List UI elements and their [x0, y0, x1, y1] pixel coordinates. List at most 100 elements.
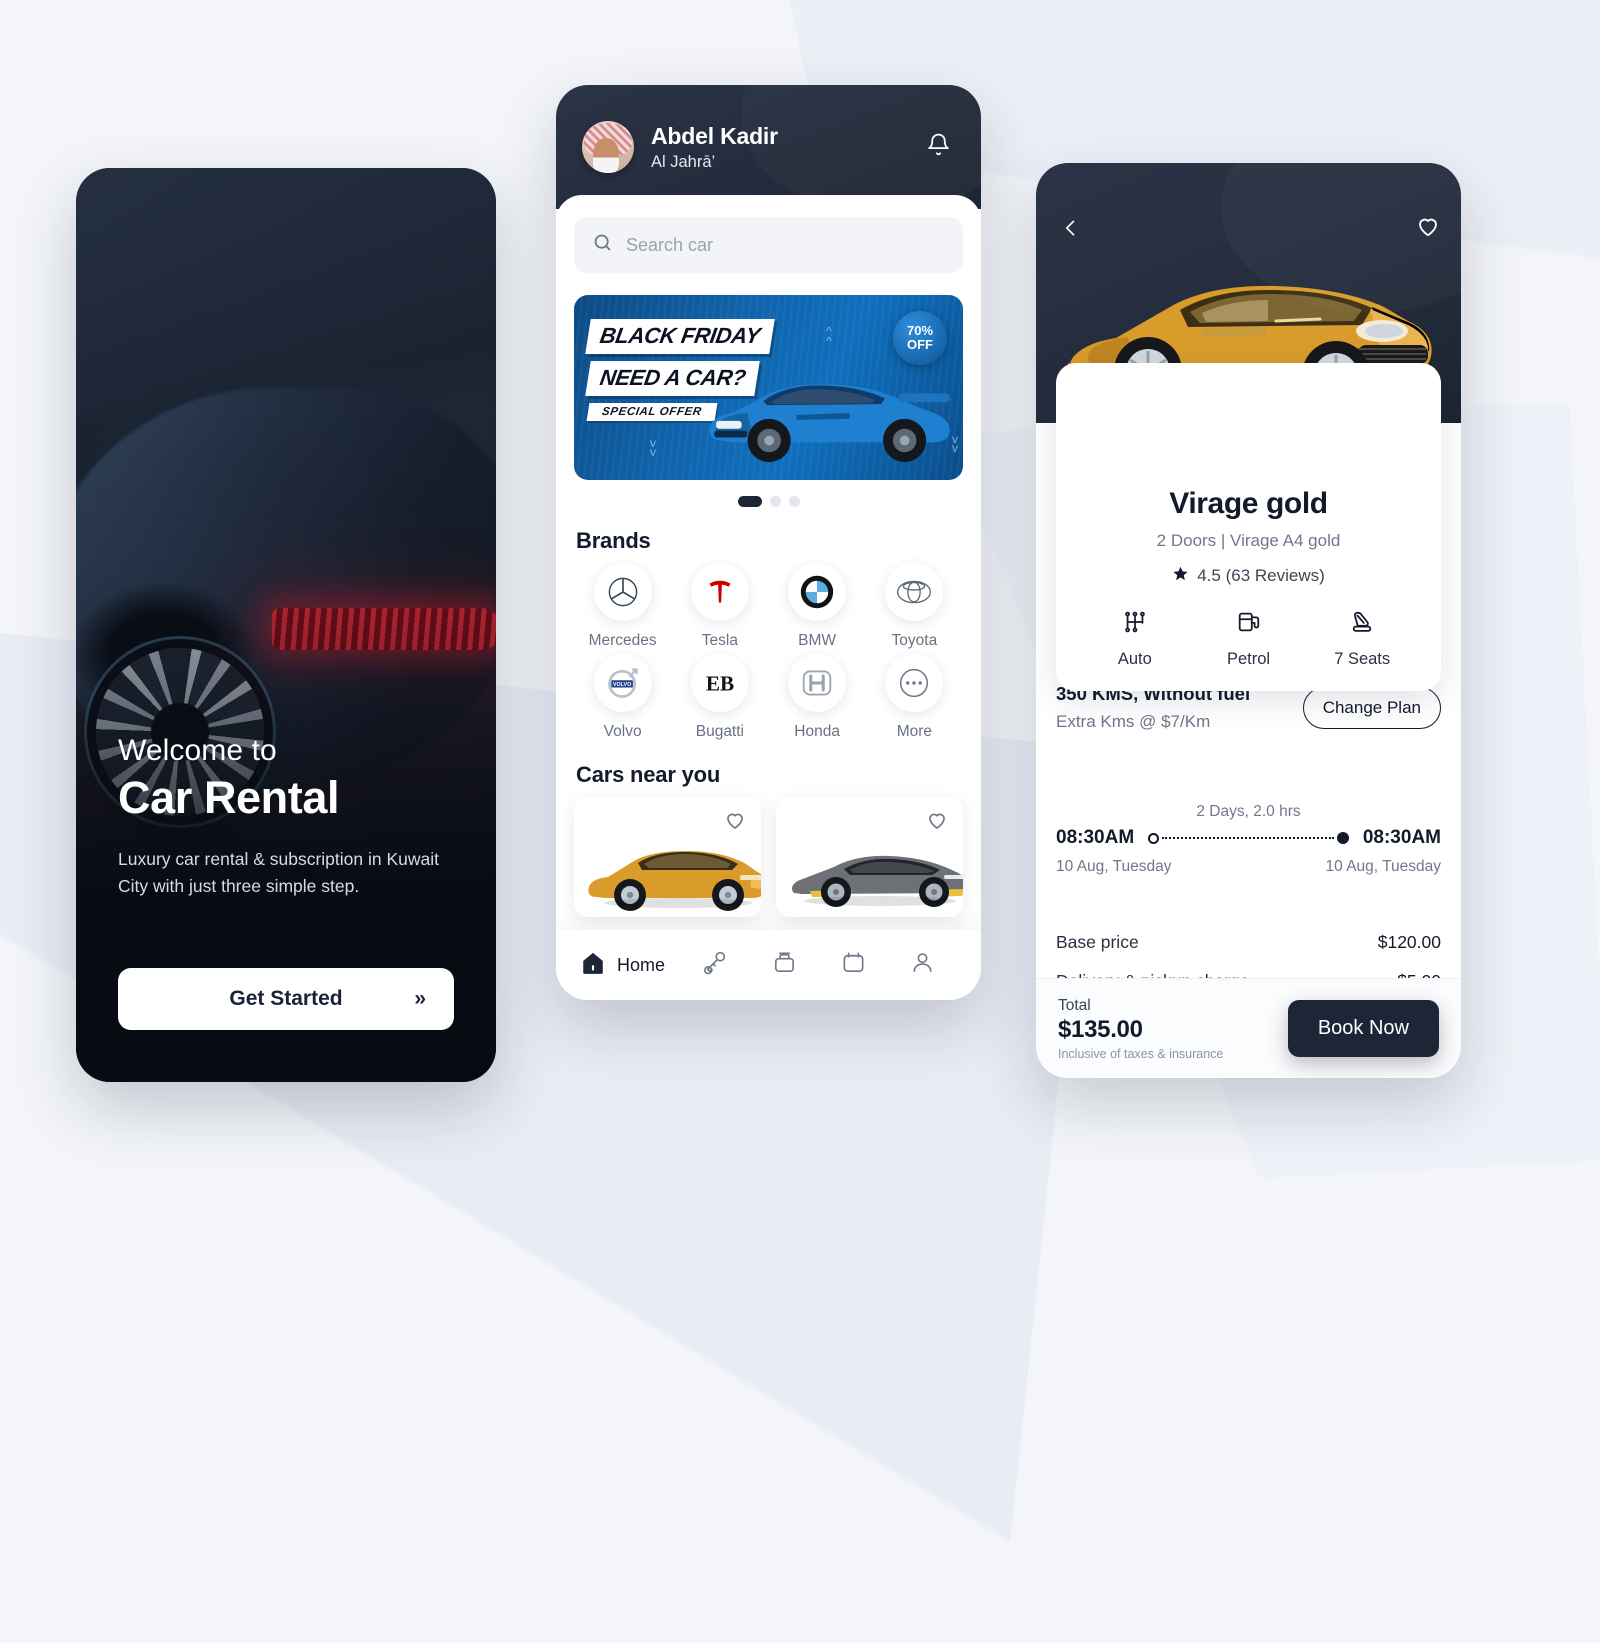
- nav-item-profile[interactable]: [888, 949, 957, 981]
- rating-row: 4.5 (63 Reviews): [1078, 565, 1419, 587]
- car-seat-icon: [1349, 609, 1375, 640]
- brand-label: Mercedes: [588, 632, 657, 649]
- total-bar: Total $135.00 Inclusive of taxes & insur…: [1036, 978, 1461, 1078]
- double-chevron-right-icon: »: [414, 987, 426, 1010]
- user-info: Abdel Kadir Al Jahrā’: [651, 123, 921, 172]
- brand-label: Tesla: [701, 632, 738, 649]
- brand-label: Toyota: [891, 632, 938, 649]
- brand-more[interactable]: More: [866, 654, 963, 741]
- star-icon: [1172, 565, 1189, 587]
- brand-label: Bugatti: [695, 723, 744, 740]
- carousel-dots[interactable]: [574, 496, 963, 507]
- cars-near-you-list: [574, 797, 963, 917]
- car-card-grey[interactable]: [776, 797, 963, 917]
- brand-volvo[interactable]: VOLVO Volvo: [574, 654, 671, 741]
- carousel-dot-3[interactable]: [788, 496, 800, 507]
- toyota-logo-icon: [885, 563, 944, 621]
- carousel-dot-2[interactable]: [769, 496, 781, 507]
- back-button[interactable]: [1054, 213, 1088, 247]
- chevron-left-icon: [1061, 218, 1081, 243]
- brand-label: BMW: [798, 632, 837, 649]
- price-value: $120.00: [1377, 932, 1441, 952]
- brand-toyota[interactable]: Toyota: [866, 563, 963, 650]
- bugatti-logo-icon: EB: [690, 654, 749, 712]
- onboarding-screen: Welcome to Car Rental Luxury car rental …: [76, 168, 496, 1082]
- brand-tesla[interactable]: Tesla: [671, 563, 768, 650]
- notification-button[interactable]: [921, 130, 955, 164]
- avatar[interactable]: [582, 121, 634, 173]
- car-info-card: Virage gold 2 Doors | Virage A4 gold 4.5…: [1056, 363, 1441, 691]
- change-plan-button[interactable]: Change Plan: [1302, 686, 1441, 729]
- home-body: Search car BLACK FRIDAY NEED A CAR? SPEC…: [556, 195, 981, 1000]
- get-started-button[interactable]: Get Started »: [118, 968, 454, 1030]
- brand-label: Volvo: [603, 723, 642, 740]
- rating-value: 4.5 (63 Reviews): [1197, 566, 1325, 585]
- chevron-down-decor-icon: vv: [650, 435, 656, 460]
- chevron-up-decor-icon: ^ ^: [826, 324, 832, 348]
- svg-text:EB: EB: [706, 672, 734, 696]
- home-screen: Abdel Kadir Al Jahrā’ Search car BLACK F…: [556, 85, 981, 1000]
- search-input[interactable]: Search car: [574, 217, 963, 273]
- trip-start-node: [1148, 832, 1160, 844]
- nav-item-key[interactable]: [680, 949, 749, 981]
- brands-section-title: Brands: [576, 528, 651, 553]
- trip-schedule: 2 Days, 2.0 hrs 08:30AM 08:30AM 10 Aug, …: [1056, 803, 1441, 876]
- grey-car-thumbnail: [792, 855, 963, 907]
- trip-end-node: [1336, 832, 1349, 844]
- nav-item-calendar[interactable]: [819, 949, 888, 981]
- cars-section-title: Cars near you: [576, 762, 721, 787]
- discount-badge: 70% OFF: [893, 311, 947, 365]
- bmw-logo-icon: [788, 563, 847, 621]
- discount-percent: 70%: [906, 322, 934, 338]
- tesla-logo-icon: [690, 563, 749, 621]
- hero-gradient-overlay: [76, 168, 496, 1082]
- get-started-label: Get Started: [229, 987, 343, 1010]
- gold-car-thumbnail: [588, 851, 761, 911]
- heart-outline-icon[interactable]: [723, 808, 747, 837]
- bottom-navigation: Home: [556, 930, 981, 1000]
- car-specs: Auto Petrol 7 Seats: [1078, 609, 1419, 669]
- book-now-button[interactable]: Book Now: [1287, 1000, 1439, 1057]
- onboarding-subtitle: Luxury car rental & subscription in Kuwa…: [118, 848, 439, 896]
- total-caption: Total: [1058, 996, 1091, 1014]
- brand-label: More: [896, 723, 933, 740]
- brand-honda[interactable]: Honda: [769, 654, 866, 741]
- brands-grid: Mercedes Tesla BMW Toyota VOLVO Volvo EB…: [574, 563, 963, 741]
- trip-end-date: 10 Aug, Tuesday: [1325, 858, 1441, 875]
- spec-label: 7 Seats: [1334, 650, 1391, 668]
- spec-seats: 7 Seats: [1305, 609, 1419, 669]
- promo-banner[interactable]: BLACK FRIDAY NEED A CAR? SPECIAL OFFER 7…: [574, 295, 963, 480]
- total-amount: $135.00: [1058, 1015, 1143, 1043]
- user-name: Abdel Kadir: [651, 122, 778, 149]
- brand-bmw[interactable]: BMW: [769, 563, 866, 650]
- total-texts: Total $135.00 Inclusive of taxes & insur…: [1058, 997, 1288, 1061]
- brand-mercedes[interactable]: Mercedes: [574, 563, 671, 650]
- heart-outline-icon[interactable]: [925, 808, 949, 837]
- car-card-gold[interactable]: [574, 797, 761, 917]
- banner-car-illustration: [709, 384, 950, 463]
- honda-logo-icon: [788, 654, 847, 712]
- trip-times-row: 08:30AM 08:30AM: [1056, 827, 1441, 849]
- page-title: Car Rental: [118, 771, 340, 823]
- nav-item-home-label: Home: [617, 954, 666, 975]
- carousel-dot-1[interactable]: [737, 496, 762, 507]
- brand-label: Honda: [794, 723, 840, 740]
- favorite-button[interactable]: [1415, 213, 1441, 244]
- key-icon: [701, 949, 728, 981]
- brand-bugatti[interactable]: EB Bugatti: [671, 654, 768, 741]
- plan-subtitle: Extra Kms @ $7/Km: [1056, 712, 1211, 731]
- onboarding-copy: Welcome to Car Rental Luxury car rental …: [118, 734, 454, 900]
- car-subtitle: 2 Doors | Virage A4 gold: [1156, 531, 1341, 550]
- home-header: Abdel Kadir Al Jahrā’: [556, 85, 981, 209]
- banner-line-3: SPECIAL OFFER: [586, 403, 718, 421]
- fuel-pump-icon: [1236, 609, 1262, 640]
- price-label: Base price: [1056, 932, 1139, 952]
- nav-item-bag[interactable]: [749, 949, 818, 981]
- search-placeholder: Search car: [626, 234, 714, 255]
- heart-outline-icon: [1415, 218, 1441, 243]
- search-icon: [592, 232, 613, 258]
- trip-end-time: 08:30AM: [1362, 827, 1441, 848]
- volvo-logo-icon: VOLVO: [593, 654, 652, 712]
- discount-off-label: OFF: [907, 337, 933, 352]
- nav-item-home[interactable]: Home: [580, 950, 680, 981]
